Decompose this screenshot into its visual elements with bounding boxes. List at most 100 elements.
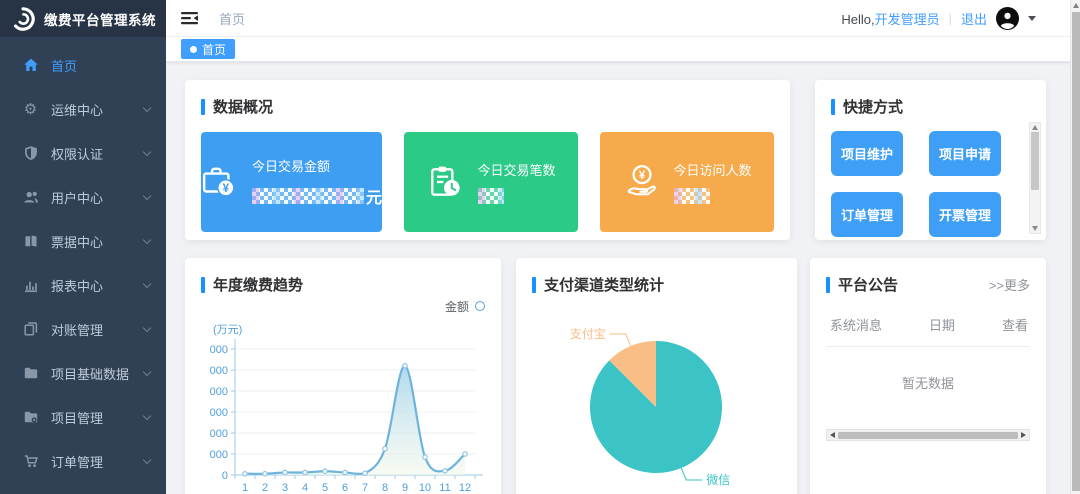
sidebar-item-label: 报表中心 [51,278,104,294]
chevron-down-icon [142,279,152,288]
col-system-message: 系统消息 [830,318,883,333]
tab-bar: 首页 [166,37,1080,62]
svg-text:(万元): (万元) [213,324,242,336]
project-maintain-button[interactable]: 项目维护 [831,131,903,176]
sidebar-item-auth-center[interactable]: 权限认证 [0,131,166,175]
masked-value [252,188,364,204]
title-accent-bar [201,98,205,115]
sidebar-item-order-management[interactable]: 订单管理 [0,439,166,483]
chevron-down-icon [142,323,152,332]
stat-texts: 今日交易笔数 [477,160,556,204]
stat-label: 今日交易金额 [252,159,331,174]
sidebar-item-project-basic-data[interactable]: 项目基础数据 [0,351,166,395]
avatar-dropdown-caret[interactable] [1028,15,1036,21]
logo-bar: 缴费平台管理系统 [0,0,166,37]
sidebar-item-reconciliation[interactable]: 对账管理 [0,307,166,351]
shield-icon [22,145,39,162]
svg-text:3: 3 [282,482,288,494]
title-accent-bar [826,276,830,293]
hand-yen-icon: ¥ [627,165,656,196]
home-icon [22,57,39,74]
tab-home[interactable]: 首页 [181,39,236,59]
stat-value: 元 [252,184,382,208]
svg-text:微信: 微信 [706,473,730,487]
col-view: 查看 [1001,318,1028,333]
shortcuts-scrollbar[interactable] [1029,122,1041,234]
sidebar-collapse-button[interactable] [180,10,199,26]
stat-texts: 今日交易金额 元 [252,156,382,208]
svg-text:000: 000 [210,428,228,440]
svg-text:¥: ¥ [223,182,230,195]
sidebar-item-label: 项目基础数据 [51,366,130,382]
card-title: 快捷方式 [831,96,1030,117]
divider: | [948,10,952,26]
stat-value [477,188,556,204]
scrollbar-thumb[interactable] [1072,12,1080,491]
copy-icon [22,321,39,338]
chart-legend[interactable]: 金额 [201,299,485,314]
chevron-down-icon [142,235,152,244]
stat-label: 今日访问人数 [673,163,752,178]
sidebar-item-label: 用户中心 [51,190,104,206]
project-apply-button[interactable]: 项目申请 [929,131,1001,176]
page-scrollbar[interactable] [1070,0,1080,494]
announcement-header: 平台公告 >>更多 [826,274,1030,295]
scroll-up-icon[interactable] [1073,3,1079,8]
scrollbar-thumb[interactable] [838,431,1018,439]
stat-value [673,188,752,204]
annual-trend-card: 年度缴费趋势 金额 0 000 000 000 000 000 000 1 2 3 4 5 6 7 8 9 10… [185,258,501,494]
greeting-text: Hello,开发管理员 [841,9,939,28]
stat-today-amount: ¥ 今日交易金额 元 [201,132,383,232]
svg-text:¥: ¥ [638,169,645,182]
svg-text:000: 000 [210,386,228,398]
sidebar-item-report-center[interactable]: 报表中心 [0,263,166,307]
sidebar-item-user-center[interactable]: 用户中心 [0,175,166,219]
top-right-group: Hello,开发管理员 | 退出 [841,6,1036,30]
empty-state-text: 暂无数据 [901,376,954,391]
invoice-manage-button[interactable]: 开票管理 [929,192,1001,237]
gear-icon: ⚙ [23,100,38,118]
trend-chart-title: 年度缴费趋势 [213,277,304,294]
shortcut-grid: 项目维护 项目申请 订单管理 开票管理 [831,131,1030,237]
avatar[interactable] [996,6,1019,30]
more-link[interactable]: >>更多 [989,275,1030,294]
announcement-table-header: 系统消息 日期 查看 [826,315,1030,347]
logout-link[interactable]: 退出 [961,9,987,28]
svg-text:2: 2 [262,482,268,494]
tab-active-dot [190,45,197,53]
sidebar-item-label: 订单管理 [51,454,104,470]
content-area: 数据概况 ¥ 今日交易金额 元 今日交易笔数 ¥ 今日访问人数 快捷方式 项目维… [166,62,1080,494]
sidebar-item-ops-center[interactable]: ⚙ 运维中心 [0,87,166,131]
svg-text:0: 0 [222,470,228,482]
scroll-right-icon[interactable] [1021,432,1026,438]
svg-text:12: 12 [459,482,471,494]
bar-chart-icon [22,277,39,294]
users-icon [22,189,39,206]
announcement-scrollbar[interactable] [826,429,1030,441]
username-link[interactable]: 开发管理员 [875,12,940,27]
shortcuts-card: 快捷方式 项目维护 项目申请 订单管理 开票管理 [815,80,1046,240]
sidebar-item-invoice-center[interactable]: 票据中心 [0,219,166,263]
ledger-icon [22,233,39,250]
folder-icon [22,365,39,382]
masked-value [477,188,504,204]
sidebar-item-project-management[interactable]: 项目管理 [0,395,166,439]
title-accent-bar [831,98,835,115]
svg-text:000: 000 [210,449,228,461]
scroll-up-icon[interactable] [1032,125,1038,130]
svg-text:10: 10 [419,482,431,494]
sidebar-item-home[interactable]: 首页 [0,43,166,87]
svg-text:4: 4 [302,482,308,494]
scroll-down-icon[interactable] [1032,226,1038,231]
chevron-down-icon [142,147,152,156]
breadcrumb[interactable]: 首页 [219,9,245,28]
scroll-left-icon[interactable] [830,432,835,438]
chevron-down-icon [142,103,152,112]
sidebar-item-label: 运维中心 [51,102,104,118]
scrollbar-thumb[interactable] [1031,132,1039,190]
chevron-down-icon [142,367,152,376]
order-manage-button[interactable]: 订单管理 [831,192,903,237]
stat-texts: 今日访问人数 [673,160,752,204]
card-title: 平台公告 [826,274,898,295]
col-date: 日期 [928,318,955,333]
